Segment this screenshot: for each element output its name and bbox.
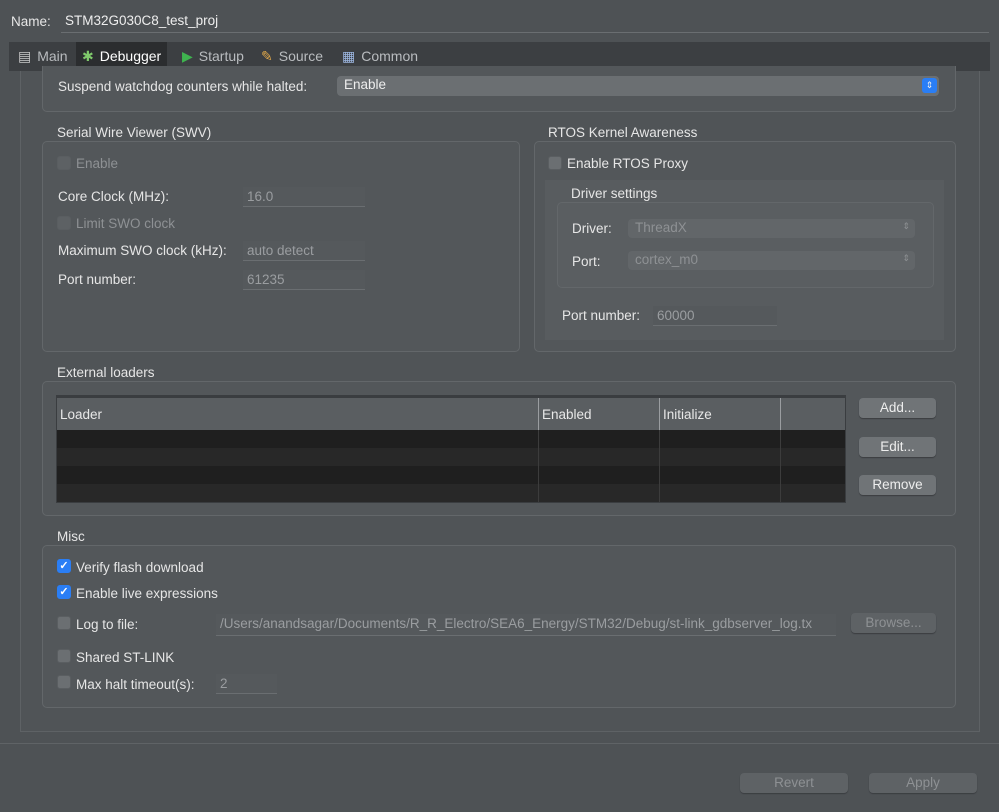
table-row	[57, 466, 845, 484]
driver-settings-group	[557, 202, 934, 288]
remove-loader-button[interactable]: Remove	[859, 475, 936, 495]
swv-title: Serial Wire Viewer (SWV)	[57, 125, 212, 140]
driver-select[interactable]: ThreadX ⇕	[628, 219, 915, 238]
table-row	[57, 430, 845, 448]
rtos-port-number-input[interactable]: 60000	[653, 306, 777, 326]
limit-swo-checkbox[interactable]	[57, 216, 71, 230]
chevron-updown-icon: ⇕	[922, 78, 937, 93]
chevron-updown-icon: ⇕	[902, 253, 910, 263]
rtos-port-label: Port:	[572, 254, 601, 269]
log-to-file-label: Log to file:	[76, 617, 139, 632]
rtos-enable-checkbox[interactable]	[548, 156, 562, 170]
rtos-enable-label: Enable RTOS Proxy	[567, 156, 689, 171]
rtos-title: RTOS Kernel Awareness	[548, 125, 698, 140]
verify-flash-checkbox[interactable]: ✓	[57, 559, 71, 573]
revert-button[interactable]: Revert	[740, 773, 848, 793]
column-divider	[780, 430, 781, 502]
external-loaders-title: External loaders	[57, 365, 155, 380]
shared-stlink-label: Shared ST-LINK	[76, 650, 175, 665]
max-swo-label: Maximum SWO clock (kHz):	[58, 243, 227, 258]
swv-enable-label: Enable	[76, 156, 119, 171]
chevron-updown-icon: ⇕	[902, 221, 910, 231]
document-icon: ▤	[18, 48, 32, 64]
apply-button[interactable]: Apply	[869, 773, 977, 793]
max-halt-input[interactable]: 2	[216, 674, 277, 694]
browse-button[interactable]: Browse...	[851, 613, 936, 633]
driver-settings-title: Driver settings	[571, 186, 658, 201]
log-to-file-checkbox[interactable]	[57, 616, 71, 630]
core-clock-label: Core Clock (MHz):	[58, 189, 170, 204]
limit-swo-label: Limit SWO clock	[76, 216, 176, 231]
footer-divider	[0, 743, 999, 744]
swv-port-input[interactable]: 61235	[243, 270, 365, 290]
rtos-port-number-label: Port number:	[562, 308, 641, 323]
swv-port-label: Port number:	[58, 272, 137, 287]
max-swo-input[interactable]: auto detect	[243, 241, 365, 261]
loaders-table[interactable]: Loader Enabled Initialize	[56, 395, 846, 503]
live-expressions-checkbox[interactable]: ✓	[57, 585, 71, 599]
name-label: Name:	[11, 14, 51, 29]
max-halt-label: Max halt timeout(s):	[76, 677, 195, 692]
swv-enable-checkbox[interactable]	[57, 156, 71, 170]
watchdog-select[interactable]: Enable ⇕	[337, 76, 939, 96]
misc-title: Misc	[57, 529, 85, 544]
add-loader-button[interactable]: Add...	[859, 398, 936, 418]
table-row	[57, 484, 845, 502]
shared-stlink-checkbox[interactable]	[57, 649, 71, 663]
column-divider	[659, 430, 660, 502]
driver-label: Driver:	[572, 221, 612, 236]
core-clock-input[interactable]: 16.0	[243, 187, 365, 207]
column-enabled[interactable]: Enabled	[539, 398, 660, 432]
column-initialize[interactable]: Initialize	[660, 398, 781, 432]
max-halt-checkbox[interactable]	[57, 675, 71, 689]
table-row	[57, 448, 845, 466]
watchdog-value: Enable	[344, 77, 387, 92]
table-header: Loader Enabled Initialize	[57, 396, 845, 432]
driver-value: ThreadX	[635, 220, 687, 235]
column-divider	[538, 430, 539, 502]
column-loader[interactable]: Loader	[57, 398, 539, 432]
name-input[interactable]: STM32G030C8_test_proj	[61, 11, 989, 33]
live-expressions-label: Enable live expressions	[76, 586, 218, 601]
edit-loader-button[interactable]: Edit...	[859, 437, 936, 457]
rtos-port-value: cortex_m0	[635, 252, 699, 267]
watchdog-label: Suspend watchdog counters while halted:	[58, 79, 308, 94]
rtos-port-select[interactable]: cortex_m0 ⇕	[628, 251, 915, 270]
verify-flash-label: Verify flash download	[76, 560, 204, 575]
log-path-input[interactable]: /Users/anandsagar/Documents/R_R_Electro/…	[216, 614, 836, 636]
